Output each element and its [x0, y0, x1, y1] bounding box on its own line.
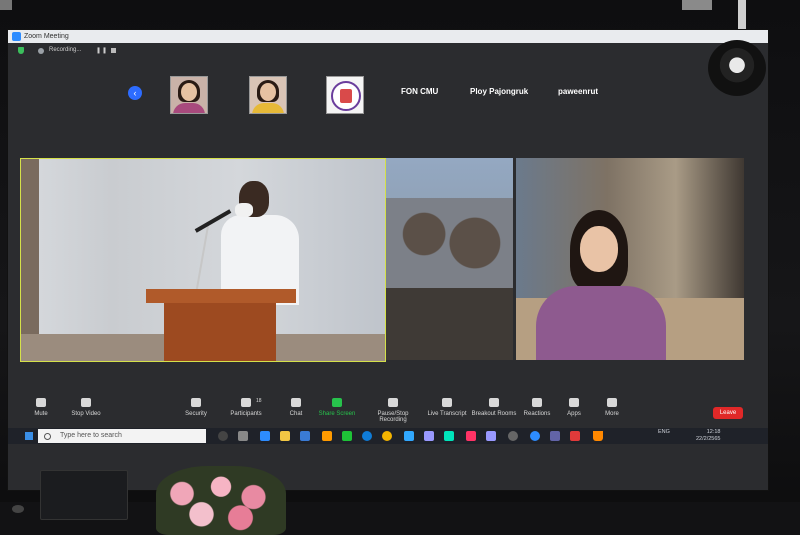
microphone-icon — [36, 398, 46, 407]
face — [580, 226, 618, 272]
face — [260, 83, 276, 101]
participant-name[interactable]: FON CMU — [401, 87, 438, 96]
share-arrow-icon — [332, 398, 342, 407]
projector-camera-icon — [708, 40, 766, 96]
faculty-logo-icon — [331, 81, 361, 111]
photoshop-icon[interactable] — [404, 431, 414, 441]
breakout-rooms-button[interactable]: Breakout Rooms — [470, 398, 518, 417]
zoom-tray-app-icon[interactable] — [530, 431, 540, 441]
smiley-icon — [532, 398, 542, 407]
recording-dot-icon — [38, 48, 44, 54]
chat-bubble-icon — [291, 398, 301, 407]
chrome-browser-icon[interactable] — [382, 431, 392, 441]
apps-button[interactable]: Apps — [564, 398, 584, 417]
tray-language[interactable]: ENG — [658, 429, 670, 435]
cc-icon — [442, 398, 452, 407]
active-speaker-video[interactable] — [20, 158, 386, 362]
camera-corner-icon — [0, 0, 12, 10]
pause-recording-button[interactable]: ❚❚ — [96, 47, 108, 54]
zoom-app-icon[interactable] — [260, 431, 270, 441]
acrobat-icon[interactable] — [570, 431, 580, 441]
stop-video-button[interactable]: Stop Video — [66, 398, 106, 417]
participant-logo-thumbnail[interactable] — [326, 76, 364, 114]
audition-icon[interactable] — [444, 431, 454, 441]
ground — [386, 288, 513, 360]
participant-name[interactable]: Ploy Pajongruk — [470, 87, 528, 96]
grid-icon — [489, 398, 499, 407]
door — [21, 159, 39, 361]
flower-arrangement — [156, 466, 286, 535]
participants-count-badge: 18 — [256, 398, 262, 404]
face-mask — [235, 203, 253, 217]
podium — [146, 289, 296, 361]
stop-recording-button[interactable] — [111, 48, 116, 53]
illustrator-icon[interactable] — [322, 431, 332, 441]
podium-body — [164, 303, 276, 361]
participant-name[interactable]: paweenrut — [558, 87, 598, 96]
participant-person — [536, 210, 676, 360]
trees — [386, 198, 513, 288]
more-button[interactable]: More — [601, 398, 623, 417]
taskbar-clock[interactable]: 12:18 22/2/2565 — [696, 429, 720, 443]
premiere-icon[interactable] — [424, 431, 434, 441]
participants-button[interactable]: Participants 18 — [226, 398, 266, 417]
recording-status: Recording... — [49, 47, 82, 53]
pause-stop-recording-button[interactable]: Pause/Stop Recording — [363, 398, 423, 423]
security-button[interactable]: Security — [181, 398, 211, 417]
projected-screen: Zoom Meeting Recording... ❚❚ ‹ FON CMU P… — [8, 30, 768, 490]
face — [181, 83, 197, 101]
blouse — [536, 286, 666, 360]
prev-page-button[interactable]: ‹ — [128, 86, 142, 100]
ceiling-mount — [682, 0, 712, 10]
system-tray[interactable]: ENG — [658, 429, 670, 436]
search-icon — [44, 433, 51, 440]
pause-stop-icon — [388, 398, 398, 407]
window-title: Zoom Meeting — [24, 33, 69, 40]
line-app-icon[interactable] — [342, 431, 352, 441]
participant-video[interactable] — [516, 158, 744, 360]
windows-start-icon[interactable] — [25, 432, 33, 440]
meeting-toolbar: Mute Stop Video Security Participants 18… — [8, 398, 768, 426]
shield-icon — [191, 398, 201, 407]
mail-icon[interactable] — [300, 431, 310, 441]
live-transcript-button[interactable]: Live Transcript — [426, 398, 468, 417]
apps-icon — [569, 398, 579, 407]
shirt — [252, 103, 284, 113]
participant-video[interactable] — [386, 158, 513, 360]
recording-bar: Recording... ❚❚ — [8, 44, 768, 58]
participant-strip: ‹ FON CMU Ploy Pajongruk paweenrut — [118, 70, 628, 118]
clock-date: 22/2/2565 — [696, 436, 721, 442]
edge-browser-icon[interactable] — [362, 431, 372, 441]
obs-icon[interactable] — [508, 431, 518, 441]
reactions-button[interactable]: Reactions — [522, 398, 552, 417]
taskbar-search-input[interactable]: Type here to search — [38, 429, 206, 443]
task-view-icon[interactable] — [238, 431, 248, 441]
mouse — [12, 505, 24, 513]
cortana-icon[interactable] — [218, 431, 228, 441]
leave-button[interactable]: Leave — [713, 407, 743, 419]
people-icon — [241, 398, 251, 407]
mute-button[interactable]: Mute — [30, 398, 52, 417]
video-camera-icon — [81, 398, 91, 407]
teams-icon[interactable] — [550, 431, 560, 441]
chat-button[interactable]: Chat — [286, 398, 306, 417]
shirt — [173, 103, 205, 113]
file-explorer-icon[interactable] — [280, 431, 290, 441]
share-screen-button[interactable]: Share Screen — [316, 398, 358, 417]
windows-taskbar: Type here to search ENG 12:18 22/2/2565 — [8, 428, 768, 444]
zoom-logo-icon — [12, 32, 21, 41]
participant-thumbnail[interactable] — [170, 76, 208, 114]
ellipsis-icon — [607, 398, 617, 407]
podium-top — [146, 289, 296, 303]
indesign-icon[interactable] — [466, 431, 476, 441]
laptop — [40, 470, 128, 520]
media-encoder-icon[interactable] — [486, 431, 496, 441]
vlc-icon[interactable] — [593, 431, 603, 441]
security-shield-icon — [18, 47, 24, 54]
clock-time: 12:18 — [706, 429, 721, 435]
speaker-person — [221, 181, 301, 305]
participant-thumbnail[interactable] — [249, 76, 287, 114]
window-titlebar: Zoom Meeting — [8, 30, 768, 43]
